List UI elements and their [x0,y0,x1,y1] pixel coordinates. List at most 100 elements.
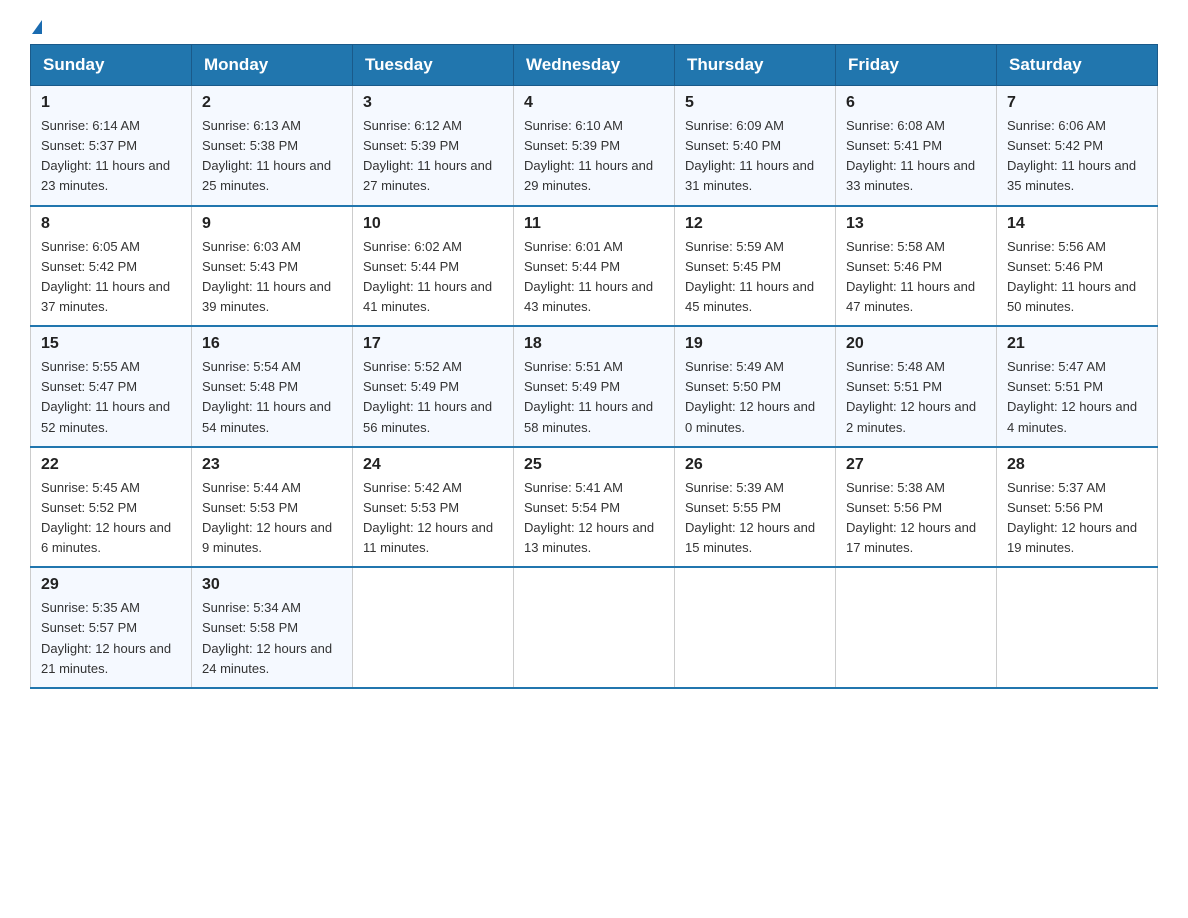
day-info: Sunrise: 5:42 AM Sunset: 5:53 PM Dayligh… [363,478,503,559]
sunrise-label: Sunrise: 5:52 AM [363,359,462,374]
sunrise-label: Sunrise: 5:34 AM [202,600,301,615]
day-number: 17 [363,335,503,353]
calendar-cell: 5 Sunrise: 6:09 AM Sunset: 5:40 PM Dayli… [675,86,836,206]
day-info: Sunrise: 6:12 AM Sunset: 5:39 PM Dayligh… [363,116,503,197]
calendar-cell: 20 Sunrise: 5:48 AM Sunset: 5:51 PM Dayl… [836,326,997,447]
sunrise-label: Sunrise: 5:55 AM [41,359,140,374]
day-header-row: SundayMondayTuesdayWednesdayThursdayFrid… [31,45,1158,86]
day-number: 20 [846,335,986,353]
calendar-cell: 16 Sunrise: 5:54 AM Sunset: 5:48 PM Dayl… [192,326,353,447]
sunrise-label: Sunrise: 5:35 AM [41,600,140,615]
day-info: Sunrise: 6:08 AM Sunset: 5:41 PM Dayligh… [846,116,986,197]
calendar-cell: 7 Sunrise: 6:06 AM Sunset: 5:42 PM Dayli… [997,86,1158,206]
sunrise-label: Sunrise: 5:45 AM [41,480,140,495]
calendar-cell [353,567,514,688]
page-header [30,20,1158,34]
day-info: Sunrise: 6:02 AM Sunset: 5:44 PM Dayligh… [363,237,503,318]
day-header-friday: Friday [836,45,997,86]
daylight-label: Daylight: 12 hours and 6 minutes. [41,520,171,555]
day-info: Sunrise: 5:49 AM Sunset: 5:50 PM Dayligh… [685,357,825,438]
day-number: 25 [524,456,664,474]
daylight-label: Daylight: 11 hours and 27 minutes. [363,158,492,193]
sunset-label: Sunset: 5:46 PM [1007,259,1103,274]
sunset-label: Sunset: 5:42 PM [1007,138,1103,153]
day-info: Sunrise: 6:13 AM Sunset: 5:38 PM Dayligh… [202,116,342,197]
daylight-label: Daylight: 11 hours and 35 minutes. [1007,158,1136,193]
logo [30,20,42,34]
sunset-label: Sunset: 5:44 PM [363,259,459,274]
sunset-label: Sunset: 5:46 PM [846,259,942,274]
day-info: Sunrise: 5:59 AM Sunset: 5:45 PM Dayligh… [685,237,825,318]
calendar-cell [514,567,675,688]
day-number: 5 [685,94,825,112]
logo-triangle-icon [32,20,42,34]
daylight-label: Daylight: 11 hours and 23 minutes. [41,158,170,193]
calendar-cell: 6 Sunrise: 6:08 AM Sunset: 5:41 PM Dayli… [836,86,997,206]
sunrise-label: Sunrise: 6:03 AM [202,239,301,254]
calendar-cell: 14 Sunrise: 5:56 AM Sunset: 5:46 PM Dayl… [997,206,1158,327]
day-number: 1 [41,94,181,112]
sunset-label: Sunset: 5:50 PM [685,379,781,394]
day-number: 8 [41,215,181,233]
sunrise-label: Sunrise: 6:10 AM [524,118,623,133]
daylight-label: Daylight: 11 hours and 33 minutes. [846,158,975,193]
sunrise-label: Sunrise: 5:41 AM [524,480,623,495]
daylight-label: Daylight: 12 hours and 13 minutes. [524,520,654,555]
calendar-cell: 28 Sunrise: 5:37 AM Sunset: 5:56 PM Dayl… [997,447,1158,568]
calendar-week-5: 29 Sunrise: 5:35 AM Sunset: 5:57 PM Dayl… [31,567,1158,688]
daylight-label: Daylight: 12 hours and 2 minutes. [846,399,976,434]
day-number: 28 [1007,456,1147,474]
day-number: 29 [41,576,181,594]
day-number: 26 [685,456,825,474]
calendar-cell: 26 Sunrise: 5:39 AM Sunset: 5:55 PM Dayl… [675,447,836,568]
sunrise-label: Sunrise: 6:14 AM [41,118,140,133]
day-number: 18 [524,335,664,353]
calendar-cell: 22 Sunrise: 5:45 AM Sunset: 5:52 PM Dayl… [31,447,192,568]
calendar-week-1: 1 Sunrise: 6:14 AM Sunset: 5:37 PM Dayli… [31,86,1158,206]
day-number: 6 [846,94,986,112]
sunset-label: Sunset: 5:51 PM [1007,379,1103,394]
daylight-label: Daylight: 12 hours and 4 minutes. [1007,399,1137,434]
calendar-table: SundayMondayTuesdayWednesdayThursdayFrid… [30,44,1158,689]
calendar-cell: 27 Sunrise: 5:38 AM Sunset: 5:56 PM Dayl… [836,447,997,568]
calendar-cell: 8 Sunrise: 6:05 AM Sunset: 5:42 PM Dayli… [31,206,192,327]
sunset-label: Sunset: 5:58 PM [202,620,298,635]
sunset-label: Sunset: 5:56 PM [1007,500,1103,515]
daylight-label: Daylight: 11 hours and 54 minutes. [202,399,331,434]
calendar-cell: 25 Sunrise: 5:41 AM Sunset: 5:54 PM Dayl… [514,447,675,568]
sunset-label: Sunset: 5:37 PM [41,138,137,153]
day-number: 11 [524,215,664,233]
daylight-label: Daylight: 12 hours and 21 minutes. [41,641,171,676]
daylight-label: Daylight: 11 hours and 56 minutes. [363,399,492,434]
calendar-cell: 30 Sunrise: 5:34 AM Sunset: 5:58 PM Dayl… [192,567,353,688]
day-info: Sunrise: 5:39 AM Sunset: 5:55 PM Dayligh… [685,478,825,559]
day-number: 4 [524,94,664,112]
calendar-week-2: 8 Sunrise: 6:05 AM Sunset: 5:42 PM Dayli… [31,206,1158,327]
sunrise-label: Sunrise: 5:54 AM [202,359,301,374]
day-header-monday: Monday [192,45,353,86]
sunrise-label: Sunrise: 5:48 AM [846,359,945,374]
day-number: 2 [202,94,342,112]
calendar-header: SundayMondayTuesdayWednesdayThursdayFrid… [31,45,1158,86]
sunset-label: Sunset: 5:55 PM [685,500,781,515]
calendar-cell: 18 Sunrise: 5:51 AM Sunset: 5:49 PM Dayl… [514,326,675,447]
daylight-label: Daylight: 12 hours and 15 minutes. [685,520,815,555]
calendar-cell: 10 Sunrise: 6:02 AM Sunset: 5:44 PM Dayl… [353,206,514,327]
sunset-label: Sunset: 5:43 PM [202,259,298,274]
calendar-cell: 24 Sunrise: 5:42 AM Sunset: 5:53 PM Dayl… [353,447,514,568]
day-header-wednesday: Wednesday [514,45,675,86]
day-info: Sunrise: 6:10 AM Sunset: 5:39 PM Dayligh… [524,116,664,197]
day-header-thursday: Thursday [675,45,836,86]
day-header-sunday: Sunday [31,45,192,86]
calendar-cell: 15 Sunrise: 5:55 AM Sunset: 5:47 PM Dayl… [31,326,192,447]
calendar-cell: 11 Sunrise: 6:01 AM Sunset: 5:44 PM Dayl… [514,206,675,327]
sunset-label: Sunset: 5:39 PM [524,138,620,153]
day-number: 22 [41,456,181,474]
day-info: Sunrise: 5:48 AM Sunset: 5:51 PM Dayligh… [846,357,986,438]
sunset-label: Sunset: 5:45 PM [685,259,781,274]
sunrise-label: Sunrise: 5:56 AM [1007,239,1106,254]
day-info: Sunrise: 5:41 AM Sunset: 5:54 PM Dayligh… [524,478,664,559]
day-info: Sunrise: 6:09 AM Sunset: 5:40 PM Dayligh… [685,116,825,197]
sunrise-label: Sunrise: 5:51 AM [524,359,623,374]
daylight-label: Daylight: 11 hours and 58 minutes. [524,399,653,434]
